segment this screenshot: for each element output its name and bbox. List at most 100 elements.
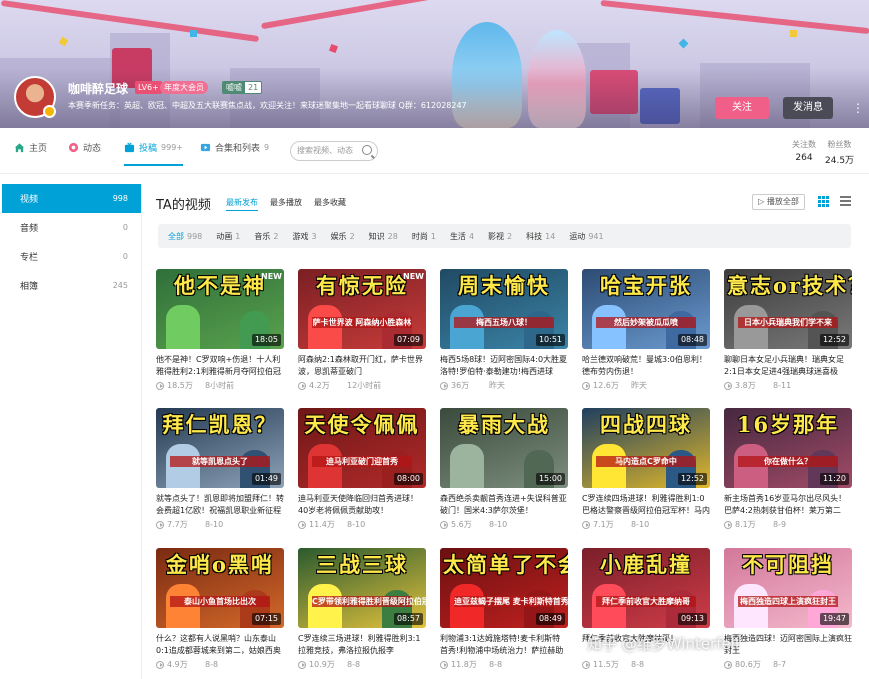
list-view-icon[interactable]	[840, 196, 851, 207]
video-card[interactable]: 16岁那年 你在做什么？ 11:20 新主场首秀16岁亚马尔出尽风头！巴萨4:2热刺获…	[724, 408, 852, 530]
sidebar-item-label: 音频	[20, 224, 39, 234]
tab-dynamic[interactable]: 动态	[68, 141, 101, 154]
video-duration: 09:13	[677, 613, 707, 625]
video-thumbnail[interactable]: 不可阻挡 梅西独造四球上演疯狂封王 19:47	[724, 548, 852, 628]
video-meta: 12.6万 昨天	[582, 380, 710, 391]
video-title[interactable]: 利物浦3:1达姆施塔特!麦卡利斯特首秀!利物浦中场统治力！萨拉赫助攻进球	[440, 633, 568, 657]
video-title[interactable]: 森西绝杀卖靓首秀连进+失误科普亚破门！国米4:3萨尔茨堡！	[440, 493, 568, 517]
video-meta: 11.4万 8-10	[298, 519, 426, 530]
video-title[interactable]: 阿森纳2:1森林取开门红，萨卡世界波，恩凯蒂亚破门	[298, 354, 426, 378]
tag-music[interactable]: 音乐 2	[254, 231, 278, 242]
play-count-icon	[724, 520, 732, 529]
tag-film[interactable]: 影视 2	[488, 231, 512, 242]
grid-view-icon[interactable]	[818, 196, 829, 207]
video-thumbnail[interactable]: 暴雨大战 15:00	[440, 408, 568, 488]
video-duration: 18:05	[251, 334, 281, 346]
sort-most-favorited[interactable]: 最多收藏	[314, 197, 346, 211]
tab-uploads[interactable]: 投稿 999+	[124, 141, 183, 166]
video-thumbnail[interactable]: 拜仁凯恩？ 就等凯恩点头了 01:49	[156, 408, 284, 488]
video-card[interactable]: 拜仁凯恩？ 就等凯恩点头了 01:49 就等点头了！凯恩即将加盟拜仁！转会费超1亿欧！…	[156, 408, 284, 530]
video-card[interactable]: 四战四球 马内造点C罗命中 12:52 C罗连续四场进球！利雅得胜利1:0巴格达警察晋…	[582, 408, 710, 530]
video-title[interactable]: 聊聊日本女足小兵瑞典！瑞典女足2:1日本女足进4强瑞典球迷喜极泣！	[724, 354, 852, 378]
video-card[interactable]: 周末愉快 梅西五场八球！ 10:51 梅西5场8球！迈阿密国际4:0大胜夏洛特!罗伯特…	[440, 269, 568, 391]
profile-nav: 主页 动态 投稿 999+ 合集和列表 9	[0, 128, 869, 174]
video-thumbnail[interactable]: 金哨o黑哨 泰山小鱼首场比出次 07:15	[156, 548, 284, 628]
video-title[interactable]: C罗连续四场进球！利雅得胜利1:0巴格达警察晋级阿拉伯冠军杯！马内造点	[582, 493, 710, 517]
search-icon[interactable]	[362, 145, 372, 155]
video-thumbnail[interactable]: 小鹿乱撞 拜仁季前收官大胜摩纳哥 09:13	[582, 548, 710, 628]
video-thumbnail[interactable]: 有惊无险 萨卡世界波 阿森纳小胜森林 NEW 07:09	[298, 269, 426, 349]
fans-stat[interactable]: 粉丝数 24.5万	[825, 139, 854, 166]
tab-collections[interactable]: 合集和列表 9	[200, 141, 269, 154]
video-card[interactable]: 暴雨大战 15:00 森西绝杀卖靓首秀连进+失误科普亚破门！国米4:3萨尔茨堡！ 5.…	[440, 408, 568, 530]
tag-fashion[interactable]: 时尚 1	[412, 231, 436, 242]
video-thumbnail[interactable]: 太简单了不会 迪亚兹蝎子摆尾 麦卡利斯特首秀 08:49	[440, 548, 568, 628]
video-title[interactable]: 什么？这都有人说黑哨？山东泰山0:1追成都蓉城来到第二，姑娘西奥	[156, 633, 284, 657]
following-stat[interactable]: 关注数 264	[792, 139, 816, 163]
video-card[interactable]: 哈宝开张 然后妙架被瓜瓜喷 08:48 哈兰德双响破荒！曼城3:0伯恩利！德布劳内伤退…	[582, 269, 710, 391]
video-title[interactable]: 他不是神！C罗双响+伤退！十人利雅得胜利2:1利雅得新月夺阿拉伯冠军	[156, 354, 284, 378]
thumbnail-subtitle: C罗带领利雅得胜利晋级阿拉伯冠军杯	[312, 596, 426, 607]
sidebar-item-albums[interactable]: 相簿 245	[2, 271, 141, 300]
video-meta: 18.5万 8小时前	[156, 380, 284, 391]
sidebar-item-video[interactable]: 视频 998	[2, 184, 141, 213]
tag-game[interactable]: 游戏 3	[292, 231, 316, 242]
video-title[interactable]: 梅西5场8球！迈阿密国际4:0大胜夏洛特!罗伯特·泰勒建功!梅西进球	[440, 354, 568, 378]
sort-latest[interactable]: 最新发布	[226, 197, 258, 211]
video-meta: 7.7万 8-10	[156, 519, 284, 530]
fan-medal[interactable]: 嘘嘘 21	[222, 81, 263, 94]
tag-tech[interactable]: 科技 14	[526, 231, 555, 242]
video-card[interactable]: 不可阻挡 梅西独造四球上演疯狂封王 19:47 梅西独造四球！迈阿密国际上演疯狂封王 8…	[724, 548, 852, 670]
video-thumbnail[interactable]: 周末愉快 梅西五场八球！ 10:51	[440, 269, 568, 349]
video-title[interactable]: 新主场首秀16岁亚马尔出尽风头！巴萨4:2热刺获甘伯杯！莱万第二	[724, 493, 852, 517]
tag-entertainment[interactable]: 娱乐 2	[331, 231, 355, 242]
tab-collections-label: 合集和列表	[215, 144, 261, 154]
video-thumbnail[interactable]: 三战三球 C罗带领利雅得胜利晋级阿拉伯冠军杯 08:57	[298, 548, 426, 628]
video-duration: 07:09	[393, 334, 423, 346]
tab-home[interactable]: 主页	[14, 141, 47, 154]
video-thumbnail[interactable]: 天使令佩佩 迪马利亚破门迎首秀 08:00	[298, 408, 426, 488]
video-card[interactable]: 金哨o黑哨 泰山小鱼首场比出次 07:15 什么？这都有人说黑哨？山东泰山0:1追成都…	[156, 548, 284, 670]
play-count: 5.6万	[451, 520, 472, 529]
sidebar-item-articles[interactable]: 专栏 0	[2, 242, 141, 271]
play-count-icon	[298, 520, 306, 529]
tag-sports[interactable]: 运动 941	[569, 231, 603, 242]
play-all-button[interactable]: ▷ 播放全部	[752, 194, 805, 210]
video-card[interactable]: 太简单了不会 迪亚兹蝎子摆尾 麦卡利斯特首秀 08:49 利物浦3:1达姆施塔特!麦卡…	[440, 548, 568, 670]
video-card[interactable]: 意志or技术？ 日本小兵瑞典我们学不来 12:52 聊聊日本女足小兵瑞典！瑞典女足2:…	[724, 269, 852, 391]
video-title[interactable]: C罗连续三场进球！利雅得胜利3:1拉雅竞技，弗洛拉报仇报李	[298, 633, 426, 657]
avatar[interactable]	[14, 76, 56, 118]
user-name: 咖啡醉足球	[68, 82, 129, 96]
tag-all[interactable]: 全部 998	[168, 231, 202, 242]
video-title[interactable]: 迪马利亚天使降临回归首秀进球！40岁老将佩佩贡献助攻！	[298, 493, 426, 517]
sidebar-item-audio[interactable]: 音频 0	[2, 213, 141, 242]
play-count: 7.1万	[593, 520, 614, 529]
tag-knowledge[interactable]: 知识 28	[369, 231, 398, 242]
tag-life[interactable]: 生活 4	[450, 231, 474, 242]
following-label: 关注数	[792, 140, 816, 149]
video-thumbnail[interactable]: 16岁那年 你在做什么？ 11:20	[724, 408, 852, 488]
thumbnail-title: 周末愉快	[458, 273, 550, 298]
message-button[interactable]: 发消息	[783, 97, 833, 119]
sort-most-played[interactable]: 最多播放	[270, 197, 302, 211]
video-card[interactable]: 天使令佩佩 迪马利亚破门迎首秀 08:00 迪马利亚天使降临回归首秀进球！40岁老将佩…	[298, 408, 426, 530]
video-thumbnail[interactable]: 他不是神 NEW 18:05	[156, 269, 284, 349]
video-title[interactable]: 梅西独造四球！迈阿密国际上演疯狂封王	[724, 633, 852, 657]
follow-button[interactable]: 关注	[715, 97, 769, 119]
video-thumbnail[interactable]: 意志or技术？ 日本小兵瑞典我们学不来 12:52	[724, 269, 852, 349]
video-meta: 7.1万 8-10	[582, 519, 710, 530]
video-thumbnail[interactable]: 哈宝开张 然后妙架被瓜瓜喷 08:48	[582, 269, 710, 349]
video-title[interactable]: 就等点头了！凯恩即将加盟拜仁！转会费超1亿欧！祝福凯恩职业新征程	[156, 493, 284, 517]
search-input[interactable]: 搜索视频、动态	[290, 141, 378, 161]
video-card[interactable]: 他不是神 NEW 18:05 他不是神！C罗双响+伤退！十人利雅得胜利2:1利雅得新月…	[156, 269, 284, 391]
tag-animation[interactable]: 动画 1	[216, 231, 240, 242]
thumbnail-subtitle: 日本小兵瑞典我们学不来	[738, 317, 838, 328]
video-card[interactable]: 三战三球 C罗带领利雅得胜利晋级阿拉伯冠军杯 08:57 C罗连续三场进球！利雅得胜利…	[298, 548, 426, 670]
video-thumbnail[interactable]: 四战四球 马内造点C罗命中 12:52	[582, 408, 710, 488]
video-title[interactable]: 哈兰德双响破荒！曼城3:0伯恩利！德布劳内伤退！	[582, 354, 710, 378]
video-card[interactable]: 有惊无险 萨卡世界波 阿森纳小胜森林 NEW 07:09 阿森纳2:1森林取开门红，萨卡…	[298, 269, 426, 391]
tab-collections-count: 9	[264, 143, 270, 152]
tab-home-label: 主页	[29, 144, 48, 154]
new-badge: NEW	[403, 272, 424, 281]
more-options-icon[interactable]: ⋮	[852, 100, 864, 116]
